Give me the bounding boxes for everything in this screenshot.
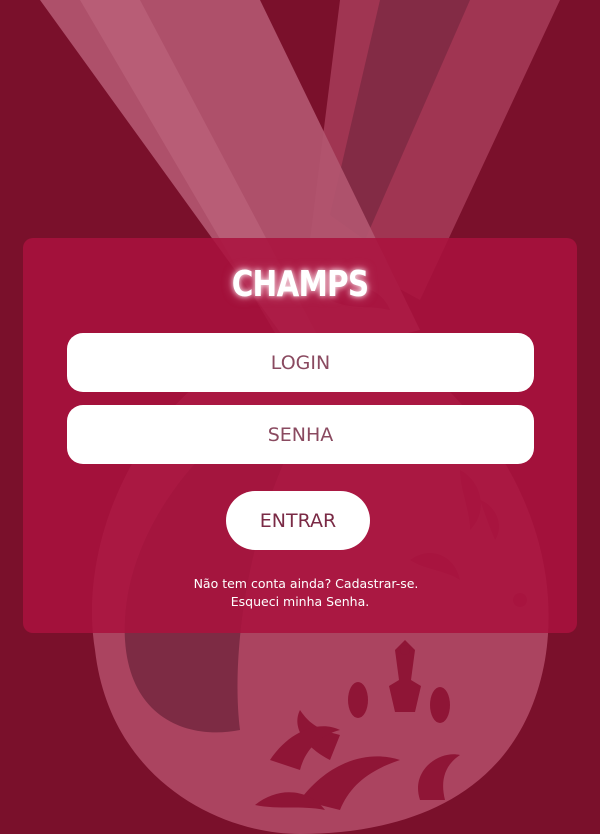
signup-link[interactable]: Não tem conta ainda? Cadastrar-se. (29, 575, 583, 593)
login-card: CHAMPS ENTRAR Não tem conta ainda? Cadas… (23, 238, 577, 633)
login-input[interactable] (67, 333, 534, 392)
forgot-password-link[interactable]: Esqueci minha Senha. (23, 593, 577, 611)
password-input[interactable] (67, 405, 534, 464)
auth-links: Não tem conta ainda? Cadastrar-se. Esque… (23, 575, 577, 611)
submit-button[interactable]: ENTRAR (226, 491, 370, 550)
app-logo: CHAMPS (231, 264, 369, 305)
